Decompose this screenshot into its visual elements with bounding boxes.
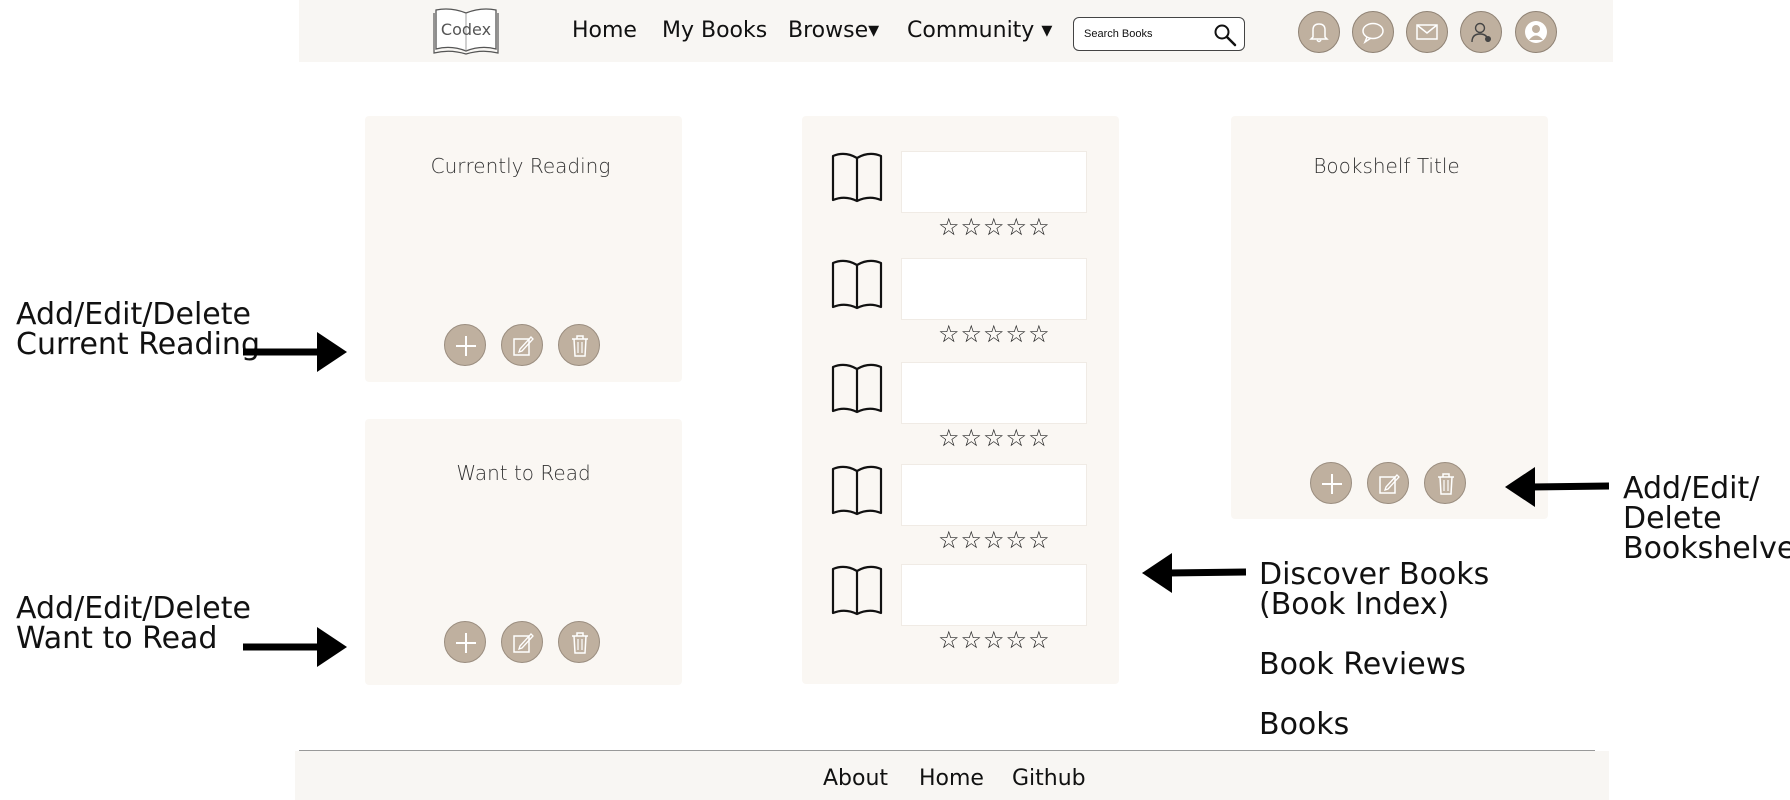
profile-icon <box>1525 21 1547 43</box>
book-row: ☆☆☆☆☆ <box>802 464 1119 568</box>
search-input[interactable] <box>1084 25 1204 43</box>
add-current-reading-button[interactable] <box>444 324 486 366</box>
annotation-line: Add/Edit/ <box>1623 471 1760 506</box>
book-index-panel: ☆☆☆☆☆ ☆☆☆☆☆ ☆☆☆☆☆ ☆☆☆☆☆ ☆☆☆☆☆ <box>802 116 1119 684</box>
plus-icon <box>456 633 476 653</box>
edit-icon <box>513 633 534 653</box>
want-to-read-panel: Want to Read <box>365 419 682 685</box>
mail-icon <box>1416 24 1438 40</box>
annotation-current-reading: Add/Edit/Delete Current Reading <box>16 300 260 360</box>
book-row: ☆☆☆☆☆ <box>802 564 1119 668</box>
bell-icon <box>1309 23 1329 43</box>
bookshelf-title: Bookshelf Title <box>1313 154 1460 178</box>
search-icon[interactable] <box>1213 23 1237 47</box>
nav-browse[interactable]: Browse▾ <box>788 18 879 43</box>
annotation-line: Discover Books <box>1259 557 1490 592</box>
star-rating[interactable]: ☆☆☆☆☆ <box>938 424 1051 452</box>
add-bookshelf-button[interactable] <box>1310 462 1352 504</box>
arrow-left-icon <box>1142 553 1246 593</box>
open-book-icon <box>831 465 883 516</box>
annotation-line: Want to Read <box>16 621 218 656</box>
open-book-icon <box>831 565 883 616</box>
open-book-icon <box>831 152 883 203</box>
currently-reading-title: Currently Reading <box>430 154 611 178</box>
add-friend-icon <box>1471 22 1491 43</box>
search-box <box>1073 17 1245 51</box>
nav-my-books[interactable]: My Books <box>662 18 767 43</box>
star-rating[interactable]: ☆☆☆☆☆ <box>938 320 1051 348</box>
plus-icon <box>1322 474 1342 494</box>
annotation-discover: Discover Books (Book Index) <box>1259 560 1489 620</box>
star-rating[interactable]: ☆☆☆☆☆ <box>938 213 1051 241</box>
trash-icon <box>572 632 588 654</box>
annotation-line: Add/Edit/Delete <box>16 297 251 332</box>
trash-icon <box>1438 473 1454 495</box>
book-entry[interactable] <box>901 564 1087 626</box>
plus-icon <box>456 336 476 356</box>
notifications-button[interactable] <box>1298 11 1340 53</box>
open-book-icon <box>831 363 883 414</box>
add-want-to-read-button[interactable] <box>444 621 486 663</box>
arrow-right-icon <box>243 627 347 667</box>
delete-current-reading-button[interactable] <box>558 324 600 366</box>
footer-github-link[interactable]: Github <box>1012 766 1086 791</box>
book-entry[interactable] <box>901 151 1087 213</box>
book-entry[interactable] <box>901 362 1087 424</box>
edit-want-to-read-button[interactable] <box>501 621 543 663</box>
footer: About Home Github <box>295 751 1609 800</box>
mail-button[interactable] <box>1406 11 1448 53</box>
chat-icon <box>1362 22 1384 44</box>
arrow-right-icon <box>243 332 347 372</box>
footer-home-link[interactable]: Home <box>919 766 984 791</box>
book-entry[interactable] <box>901 464 1087 526</box>
logo-text: Codex <box>440 20 492 39</box>
friends-button[interactable] <box>1460 11 1502 53</box>
trash-icon <box>572 335 588 357</box>
chat-button[interactable] <box>1352 11 1394 53</box>
want-to-read-title: Want to Read <box>456 461 591 485</box>
annotation-book-reviews: Book Reviews <box>1259 647 1466 682</box>
nav-home[interactable]: Home <box>572 18 637 43</box>
delete-bookshelf-button[interactable] <box>1424 462 1466 504</box>
annotation-bookshelves: Add/Edit/ Delete Bookshelves <box>1623 474 1790 564</box>
star-rating[interactable]: ☆☆☆☆☆ <box>938 626 1051 654</box>
nav-community[interactable]: Community ▾ <box>907 18 1052 43</box>
annotation-line: Current Reading <box>16 327 260 362</box>
annotation-line: Bookshelves <box>1623 531 1790 566</box>
delete-want-to-read-button[interactable] <box>558 621 600 663</box>
profile-button[interactable] <box>1515 11 1557 53</box>
book-row: ☆☆☆☆☆ <box>802 151 1119 255</box>
codex-logo[interactable]: Codex <box>433 7 499 55</box>
edit-current-reading-button[interactable] <box>501 324 543 366</box>
annotation-line: Add/Edit/Delete <box>16 591 251 626</box>
open-book-icon <box>831 259 883 310</box>
annotation-want-to-read: Add/Edit/Delete Want to Read <box>16 594 251 654</box>
book-row: ☆☆☆☆☆ <box>802 258 1119 362</box>
annotation-books: Books <box>1259 707 1350 742</box>
star-rating[interactable]: ☆☆☆☆☆ <box>938 526 1051 554</box>
arrow-left-icon <box>1505 467 1609 507</box>
footer-about-link[interactable]: About <box>823 766 888 791</box>
annotation-line: Delete <box>1623 501 1722 536</box>
book-entry[interactable] <box>901 258 1087 320</box>
edit-bookshelf-button[interactable] <box>1367 462 1409 504</box>
edit-icon <box>1379 474 1400 494</box>
book-row: ☆☆☆☆☆ <box>802 362 1119 466</box>
bookshelf-panel: Bookshelf Title <box>1231 116 1548 519</box>
annotation-line: (Book Index) <box>1259 587 1450 622</box>
top-navbar: Codex Home My Books Browse▾ Community ▾ <box>299 0 1613 62</box>
currently-reading-panel: Currently Reading <box>365 116 682 382</box>
edit-icon <box>513 336 534 356</box>
